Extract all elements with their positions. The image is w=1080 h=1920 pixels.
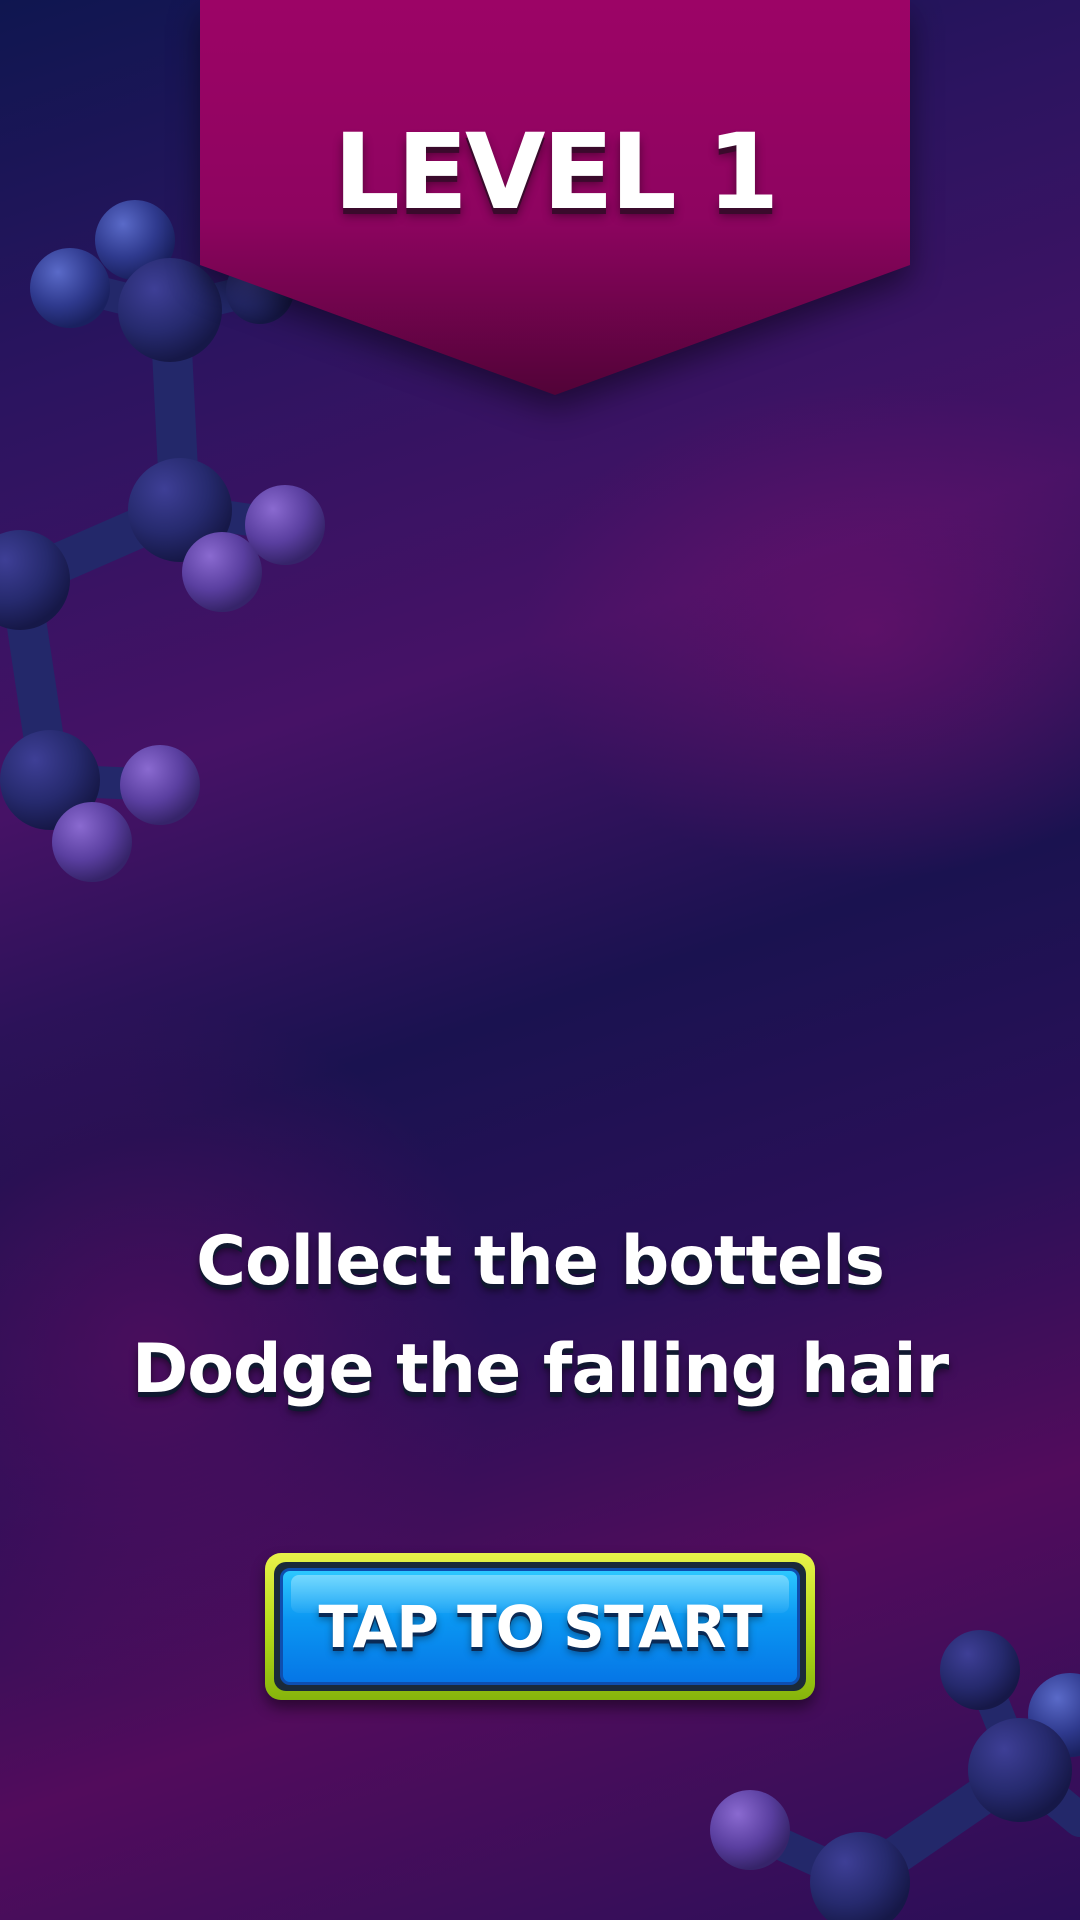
instruction-line-collect: Collect the bottels [196, 1222, 885, 1301]
start-button-frame: TAP TO START [274, 1562, 806, 1691]
instruction-line-dodge: Dodge the falling hair [131, 1330, 949, 1409]
instructions-text: Collect the bottels Dodge the falling ha… [0, 1208, 1080, 1424]
background-glow [520, 380, 1080, 880]
level-title: LEVEL 1 [333, 111, 780, 233]
tap-to-start-button[interactable]: TAP TO START [265, 1553, 815, 1700]
start-button-face: TAP TO START [280, 1568, 800, 1685]
game-start-screen[interactable]: LEVEL 1 Collect the bottels Dodge the fa… [0, 0, 1080, 1920]
start-button-label: TAP TO START [318, 1592, 762, 1661]
